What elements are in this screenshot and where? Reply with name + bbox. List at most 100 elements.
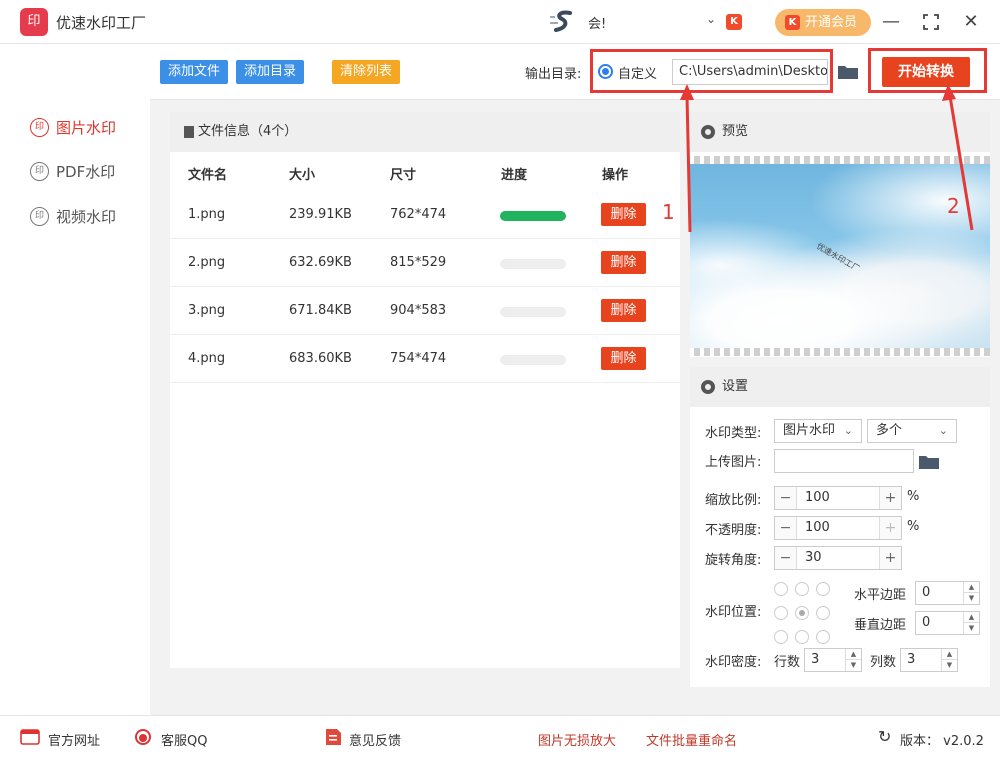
- position-option[interactable]: [774, 630, 788, 644]
- progress-bar: [500, 259, 566, 269]
- settings-panel: 设置 水印类型: 图片水印 ⌄ 多个 ⌄ 上传图片: 缩放比例: − 100 +: [690, 367, 990, 687]
- progress-fill: [500, 211, 566, 221]
- opacity-value[interactable]: 100: [805, 520, 830, 535]
- gear-icon: [701, 380, 715, 394]
- scale-value[interactable]: 100: [805, 490, 830, 505]
- rows-input[interactable]: 3 ▲ ▼: [804, 648, 862, 672]
- h-margin-input[interactable]: 0 ▲ ▼: [915, 581, 980, 605]
- spin-up-icon[interactable]: ▲: [963, 612, 979, 623]
- sidebar-item-video-watermark[interactable]: 印 视频水印: [30, 205, 116, 229]
- upload-image-input[interactable]: [774, 449, 914, 473]
- open-vip-button[interactable]: K 开通会员: [775, 9, 871, 36]
- sidebar-item-image-watermark[interactable]: 印 图片水印: [30, 116, 116, 140]
- file-name: 1.png: [188, 207, 226, 222]
- column-header-dims: 尺寸: [390, 168, 417, 183]
- sidebar-item-label: PDF水印: [56, 163, 116, 181]
- delete-button[interactable]: 删除: [601, 251, 646, 274]
- refresh-icon[interactable]: ↻: [878, 727, 891, 746]
- position-option[interactable]: [774, 606, 788, 620]
- preview-header: 预览: [690, 112, 990, 152]
- spin-up-icon[interactable]: ▲: [941, 649, 957, 660]
- position-option[interactable]: [816, 582, 830, 596]
- sidebar-item-pdf-watermark[interactable]: 印 PDF水印: [30, 160, 115, 184]
- output-dir-label: 输出目录:: [525, 67, 582, 82]
- settings-header: 设置: [690, 367, 990, 407]
- batch-rename-link[interactable]: 文件批量重命名: [646, 730, 737, 749]
- column-header-size: 大小: [289, 168, 316, 183]
- maximize-icon[interactable]: [918, 9, 944, 35]
- h-margin-value[interactable]: 0: [922, 585, 930, 600]
- user-avatar-icon[interactable]: [550, 10, 578, 34]
- browse-folder-icon[interactable]: [838, 64, 858, 79]
- position-option[interactable]: [795, 630, 809, 644]
- v-margin-label: 垂直边距: [854, 618, 907, 633]
- rotation-value[interactable]: 30: [805, 550, 822, 565]
- rows-value[interactable]: 3: [811, 652, 819, 667]
- document-icon: [184, 126, 194, 138]
- rotation-label: 旋转角度:: [705, 553, 762, 568]
- file-name: 4.png: [188, 351, 226, 366]
- cols-input[interactable]: 3 ▲ ▼: [900, 648, 958, 672]
- preview-panel: 预览 优速水印工厂: [690, 112, 990, 357]
- increment-button[interactable]: +: [879, 517, 901, 539]
- delete-button[interactable]: 删除: [601, 299, 646, 322]
- website-icon: [20, 729, 40, 745]
- opacity-stepper[interactable]: − 100 +: [774, 516, 902, 540]
- decrement-button[interactable]: −: [775, 547, 797, 569]
- increment-button[interactable]: +: [879, 547, 901, 569]
- position-option[interactable]: [795, 582, 809, 596]
- v-margin-value[interactable]: 0: [922, 615, 930, 630]
- sidebar: 印 图片水印 印 PDF水印 印 视频水印: [0, 44, 150, 715]
- density-label: 水印密度:: [705, 655, 762, 670]
- vip-k-icon: K: [785, 15, 800, 30]
- delete-button[interactable]: 删除: [601, 347, 646, 370]
- spin-up-icon[interactable]: ▲: [963, 582, 979, 593]
- watermark-type-label: 水印类型:: [705, 426, 762, 441]
- support-link[interactable]: 客服QQ: [161, 730, 207, 749]
- spin-down-icon[interactable]: ▼: [963, 593, 979, 604]
- close-icon[interactable]: ✕: [958, 9, 984, 35]
- position-option[interactable]: [795, 606, 809, 620]
- add-folder-button[interactable]: 添加目录: [236, 60, 305, 84]
- spin-down-icon[interactable]: ▼: [963, 623, 979, 634]
- open-vip-label: 开通会员: [805, 15, 858, 30]
- decrement-button[interactable]: −: [775, 517, 797, 539]
- position-option[interactable]: [816, 606, 830, 620]
- annotation-number-2: 2: [947, 194, 960, 218]
- spin-down-icon[interactable]: ▼: [941, 660, 957, 671]
- increment-button[interactable]: +: [879, 487, 901, 509]
- sky-image: 优速水印工厂: [690, 164, 990, 348]
- annotation-number-1: 1: [662, 200, 675, 224]
- add-file-button[interactable]: 添加文件: [160, 60, 229, 84]
- watermark-count-select[interactable]: 多个 ⌄: [867, 419, 957, 443]
- upload-folder-icon[interactable]: [919, 454, 939, 469]
- spin-up-icon[interactable]: ▲: [845, 649, 861, 660]
- v-margin-input[interactable]: 0 ▲ ▼: [915, 611, 980, 635]
- website-link[interactable]: 官方网址: [48, 730, 100, 749]
- watermark-type-select[interactable]: 图片水印 ⌄: [774, 419, 862, 443]
- spin-down-icon[interactable]: ▼: [845, 660, 861, 671]
- feedback-link[interactable]: 意见反馈: [349, 730, 401, 749]
- file-name: 2.png: [188, 255, 226, 270]
- chevron-down-icon[interactable]: ⌄: [706, 12, 716, 26]
- file-dims: 762*474: [390, 207, 447, 222]
- progress-bar: [500, 307, 566, 317]
- watermark-count-value: 多个: [876, 423, 903, 438]
- rows-label: 行数: [774, 655, 801, 670]
- progress-bar: [500, 355, 566, 365]
- upload-image-label: 上传图片:: [705, 455, 762, 470]
- rotation-stepper[interactable]: − 30 +: [774, 546, 902, 570]
- user-name[interactable]: 会!: [588, 13, 606, 32]
- scale-stepper[interactable]: − 100 +: [774, 486, 902, 510]
- clear-list-button[interactable]: 清除列表: [332, 60, 401, 84]
- position-option[interactable]: [774, 582, 788, 596]
- minimize-icon[interactable]: —: [878, 9, 904, 35]
- lossless-enlarge-link[interactable]: 图片无损放大: [538, 730, 616, 749]
- chevron-down-icon: ⌄: [938, 424, 948, 437]
- delete-button[interactable]: 删除: [601, 203, 646, 226]
- decrement-button[interactable]: −: [775, 487, 797, 509]
- vip-badge-icon: K: [726, 14, 742, 30]
- preview-image: 优速水印工厂: [690, 156, 990, 356]
- cols-value[interactable]: 3: [907, 652, 915, 667]
- position-option[interactable]: [816, 630, 830, 644]
